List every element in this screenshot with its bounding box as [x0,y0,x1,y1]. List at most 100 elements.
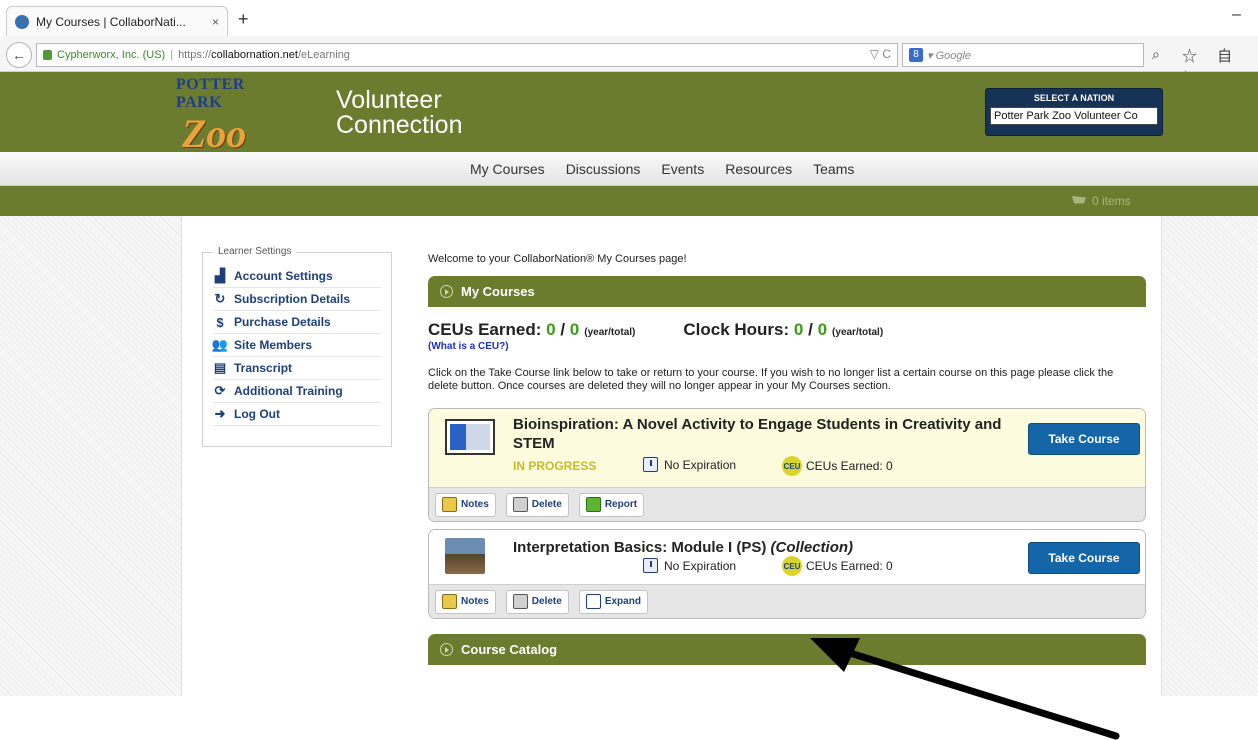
notes-label: Notes [461,596,489,607]
ceus-separator: / [560,320,566,339]
expiration-text: No Expiration [664,457,737,472]
clock-hours-year: 0 [793,320,804,339]
clock-icon [643,558,658,573]
reload-icon[interactable]: ▽ C [870,47,891,61]
clock-hours-separator: / [808,320,813,339]
back-button[interactable]: ← [6,42,32,68]
what-is-ceu-link[interactable]: (What is a CEU?) [428,341,509,352]
ceus-year: 0 [546,320,556,339]
sidebar-item-account-settings[interactable]: ▟ Account Settings [213,265,381,288]
menu-item-events[interactable]: Events [661,161,704,177]
clock-hours-total: 0 [817,320,828,339]
my-courses-header[interactable]: My Courses [428,276,1146,307]
delete-button[interactable]: Delete [505,589,569,614]
address-bar[interactable]: Cypherworx, Inc. (US) | https:// collabo… [36,43,898,67]
course-card: Bioinspiration: A Novel Activity to Enga… [428,408,1146,522]
menu-item-resources[interactable]: Resources [725,161,792,177]
course-ceus: CEU CEUs Earned: 0 [782,556,893,576]
ceu-badge-icon: CEU [782,456,802,476]
tab-close-icon[interactable]: × [212,15,219,29]
logo-top-text: POTTER PARK [176,76,245,111]
refresh-icon: ↻ [214,291,226,306]
site-identity[interactable]: Cypherworx, Inc. (US) [57,49,165,61]
potter-park-zoo-logo[interactable]: POTTER PARK Zoo [176,76,288,156]
minimize-window-button[interactable]: – [1232,6,1241,24]
cart-bar: 0 items [0,186,1258,216]
delete-label: Delete [531,596,562,607]
logout-icon: ➜ [214,406,226,421]
course-card: Interpretation Basics: Module I (PS) (Co… [428,529,1146,619]
url-separator: | [170,49,174,61]
lock-icon [43,50,52,60]
sidebar-item-purchase-details[interactable]: $ Purchase Details [213,311,381,334]
url-path: /eLearning [297,49,350,61]
clock-hours-label: Clock Hours: [683,320,790,339]
ceus-label: CEUs Earned: [428,320,542,339]
course-thumbnail[interactable] [445,419,495,455]
notes-button[interactable]: Notes [435,492,496,517]
clock-hours-suffix: (year/total) [832,327,884,338]
delete-label: Delete [531,499,562,510]
menu-item-my-courses[interactable]: My Courses [470,161,545,177]
course-title[interactable]: Bioinspiration: A Novel Activity to Enga… [513,415,1013,453]
menu-item-discussions[interactable]: Discussions [566,161,641,177]
menu-item-teams[interactable]: Teams [813,161,854,177]
cart-link[interactable]: 0 items [1072,194,1131,208]
new-tab-button[interactable]: + [238,9,249,30]
sidebar-item-additional-training[interactable]: ⟳ Additional Training [213,380,381,403]
ceus-earned-text: CEUs Earned: 0 [806,459,893,473]
learner-settings-legend: Learner Settings [213,246,297,257]
clock-icon [643,457,658,472]
welcome-text: Welcome to your CollaborNation® My Cours… [428,253,687,265]
sidebar-item-label: Purchase Details [234,315,331,329]
ceu-badge-icon: CEU [782,556,802,576]
sidebar-item-subscription-details[interactable]: ↻ Subscription Details [213,288,381,311]
report-chart-icon [585,497,601,512]
search-icon[interactable]: ⌕ [1152,46,1160,63]
browser-navigation-bar: ← Cypherworx, Inc. (US) | https:// colla… [0,36,1258,83]
tab-title: My Courses | CollaborNati... [36,14,186,29]
browser-search-input[interactable]: 8 ▾ Google [902,43,1144,67]
learner-settings-panel: Learner Settings ▟ Account Settings ↻ Su… [202,246,392,447]
take-course-button[interactable]: Take Course [1028,542,1140,574]
take-course-button[interactable]: Take Course [1028,423,1140,455]
collapse-arrow-icon [440,643,453,656]
notes-icon [442,497,457,512]
browser-tab[interactable]: My Courses | CollaborNati... × [6,6,228,36]
cart-count: 0 items [1092,194,1131,208]
trash-icon [512,594,528,609]
training-icon: ⟳ [214,383,226,398]
logo-zoo-text: Zoo [182,111,247,156]
notes-button[interactable]: Notes [435,589,496,614]
ceus-total: 0 [569,320,580,339]
report-label: Report [604,499,638,510]
members-icon: 👥 [211,337,229,352]
annotation-arrow-icon [810,638,1120,740]
trash-icon [512,497,528,512]
site-title-line2: Connection [336,111,463,139]
sidebar-item-log-out[interactable]: ➜ Log Out [213,403,381,426]
course-expiration: No Expiration [643,558,736,573]
sidebar-item-label: Additional Training [234,384,343,398]
nation-select[interactable]: Potter Park Zoo Volunteer Co [990,107,1158,125]
expand-icon [585,594,601,609]
course-catalog-header-label: Course Catalog [461,642,558,657]
notes-label: Notes [461,499,489,510]
course-title[interactable]: Interpretation Basics: Module I (PS) (Co… [513,538,853,557]
sidebar-item-label: Transcript [234,361,293,375]
nation-selector: SELECT A NATION Potter Park Zoo Voluntee… [985,88,1163,136]
delete-button[interactable]: Delete [505,492,569,517]
notes-icon [442,594,457,609]
expand-button[interactable]: Expand [578,589,648,614]
course-ceus: CEU CEUs Earned: 0 [782,456,893,476]
course-expiration: No Expiration [643,457,736,472]
ceus-earned-text: CEUs Earned: 0 [806,559,893,573]
sidebar-item-label: Log Out [234,407,280,421]
main-menu: My Courses Discussions Events Resources … [0,152,1258,186]
document-icon: ▤ [213,360,227,375]
sidebar-item-site-members[interactable]: 👥 Site Members [211,334,381,357]
sidebar-item-transcript[interactable]: ▤ Transcript [213,357,381,380]
report-button[interactable]: Report [578,492,645,517]
sidebar-item-label: Site Members [234,338,313,352]
course-thumbnail[interactable] [445,538,485,574]
